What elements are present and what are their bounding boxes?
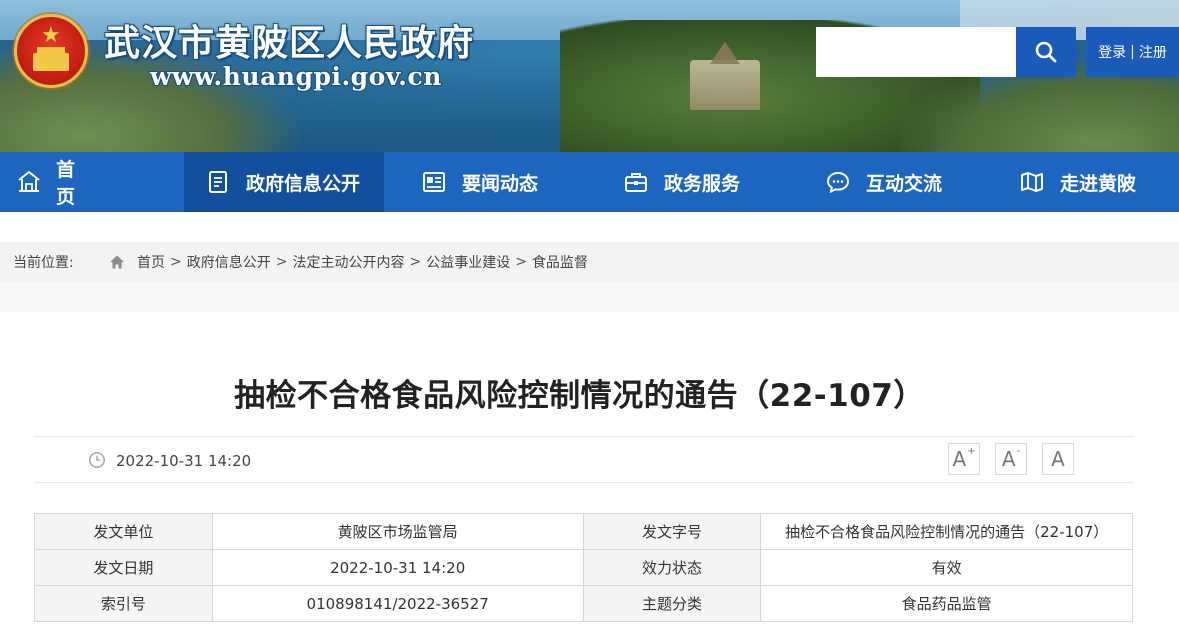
table-value: 食品药品监管 bbox=[760, 585, 1133, 622]
nav-label: 走进黄陂 bbox=[1060, 172, 1137, 195]
breadcrumb-food-supervision[interactable]: 食品监督 bbox=[532, 252, 588, 272]
nav-item-home[interactable]: 首页 bbox=[0, 152, 184, 212]
breadcrumb-separator: > bbox=[275, 254, 288, 270]
header-banner: ★ 武汉市黄陂区人民政府 www.huangpi.gov.cn 登录 | 注册 bbox=[0, 0, 1179, 152]
nav-item-news[interactable]: 要闻动态 bbox=[384, 152, 604, 212]
briefcase-icon bbox=[622, 168, 650, 196]
breadcrumb-separator: > bbox=[170, 254, 182, 270]
nav-item-gov-info[interactable]: 政府信息公开 bbox=[184, 152, 384, 212]
breadcrumb-home[interactable]: 首页 bbox=[137, 252, 165, 272]
site-url: www.huangpi.gov.cn bbox=[150, 62, 442, 91]
breadcrumb-separator: > bbox=[515, 254, 527, 270]
clock-icon bbox=[89, 452, 105, 468]
table-row: 发文单位 黄陂区市场监管局 发文字号 抽检不合格食品风险控制情况的通告（22-1… bbox=[34, 513, 1133, 550]
auth-separator: | bbox=[1130, 44, 1135, 60]
site-title[interactable]: 武汉市黄陂区人民政府 bbox=[104, 14, 474, 66]
nav-item-interaction[interactable]: 互动交流 bbox=[800, 152, 996, 212]
font-normal-button[interactable]: A bbox=[1042, 443, 1074, 475]
table-row: 发文日期 2022-10-31 14:20 效力状态 有效 bbox=[34, 549, 1133, 586]
table-value: 黄陂区市场监管局 bbox=[211, 513, 584, 550]
breadcrumb-statutory[interactable]: 法定主动公开内容 bbox=[292, 252, 404, 272]
document-icon bbox=[204, 168, 232, 196]
nav-item-about[interactable]: 走进黄陂 bbox=[996, 152, 1179, 212]
breadcrumb-prefix: 当前位置: bbox=[13, 255, 74, 271]
font-decrease-button[interactable]: A- bbox=[995, 443, 1027, 475]
breadcrumb-gov-info[interactable]: 政府信息公开 bbox=[187, 252, 271, 272]
article-meta: 2022-10-31 14:20 A + A- A bbox=[34, 436, 1134, 483]
table-key: 发文日期 bbox=[34, 549, 213, 586]
register-link[interactable]: 注册 bbox=[1139, 42, 1167, 62]
chat-icon bbox=[824, 168, 852, 196]
nav-label: 政务服务 bbox=[664, 172, 741, 195]
search-icon bbox=[1035, 41, 1057, 63]
banner-temple bbox=[690, 60, 760, 110]
breadcrumb: 当前位置: 首页 > 政府信息公开 > 法定主动公开内容 > 公益事业建设 > … bbox=[0, 242, 1179, 282]
main-nav: 首页 政府信息公开 要闻动态 政务服务 互动交流 走进黄陂 bbox=[0, 152, 1179, 212]
nav-label: 要闻动态 bbox=[462, 172, 539, 195]
auth-box: 登录 | 注册 bbox=[1086, 27, 1179, 77]
search-button[interactable] bbox=[1016, 27, 1076, 77]
table-key: 效力状态 bbox=[582, 549, 762, 586]
home-icon bbox=[109, 254, 125, 270]
nav-label: 首页 bbox=[56, 159, 128, 208]
emblem-star-icon: ★ bbox=[41, 23, 61, 48]
search-input[interactable] bbox=[816, 27, 1016, 77]
font-increase-button[interactable]: A + bbox=[948, 443, 980, 475]
divider-strip bbox=[0, 282, 1179, 312]
emblem-gate-icon bbox=[33, 47, 69, 71]
table-key: 发文单位 bbox=[34, 513, 213, 550]
breadcrumb-separator: > bbox=[409, 254, 422, 270]
nav-item-services[interactable]: 政务服务 bbox=[604, 152, 800, 212]
table-key: 主题分类 bbox=[582, 585, 762, 622]
page-title: 抽检不合格食品风险控制情况的通告（22-107） bbox=[234, 378, 925, 414]
login-link[interactable]: 登录 bbox=[1098, 42, 1126, 62]
table-value: 2022-10-31 14:20 bbox=[211, 549, 584, 586]
font-increase-sup: + bbox=[967, 445, 976, 457]
national-emblem-icon: ★ bbox=[14, 14, 88, 88]
table-key: 索引号 bbox=[34, 585, 213, 622]
font-decrease-sup: - bbox=[1016, 445, 1021, 457]
table-value: 有效 bbox=[760, 549, 1133, 586]
home-icon bbox=[16, 168, 42, 196]
publish-date: 2022-10-31 14:20 bbox=[116, 452, 252, 470]
table-row: 索引号 010898141/2022-36527 主题分类 食品药品监管 bbox=[34, 585, 1133, 622]
table-value: 010898141/2022-36527 bbox=[211, 585, 584, 622]
nav-label: 互动交流 bbox=[866, 172, 943, 195]
font-normal-label: A bbox=[1051, 447, 1065, 471]
map-icon bbox=[1018, 168, 1046, 196]
nav-label: 政府信息公开 bbox=[246, 172, 361, 195]
document-info-table: 发文单位 黄陂区市场监管局 发文字号 抽检不合格食品风险控制情况的通告（22-1… bbox=[34, 513, 1133, 622]
font-increase-label: A bbox=[952, 447, 967, 471]
table-value: 抽检不合格食品风险控制情况的通告（22-107） bbox=[760, 513, 1133, 550]
table-key: 发文字号 bbox=[582, 513, 762, 550]
font-decrease-label: A bbox=[1001, 447, 1016, 471]
news-icon bbox=[420, 168, 448, 196]
breadcrumb-public-welfare[interactable]: 公益事业建设 bbox=[426, 252, 510, 272]
